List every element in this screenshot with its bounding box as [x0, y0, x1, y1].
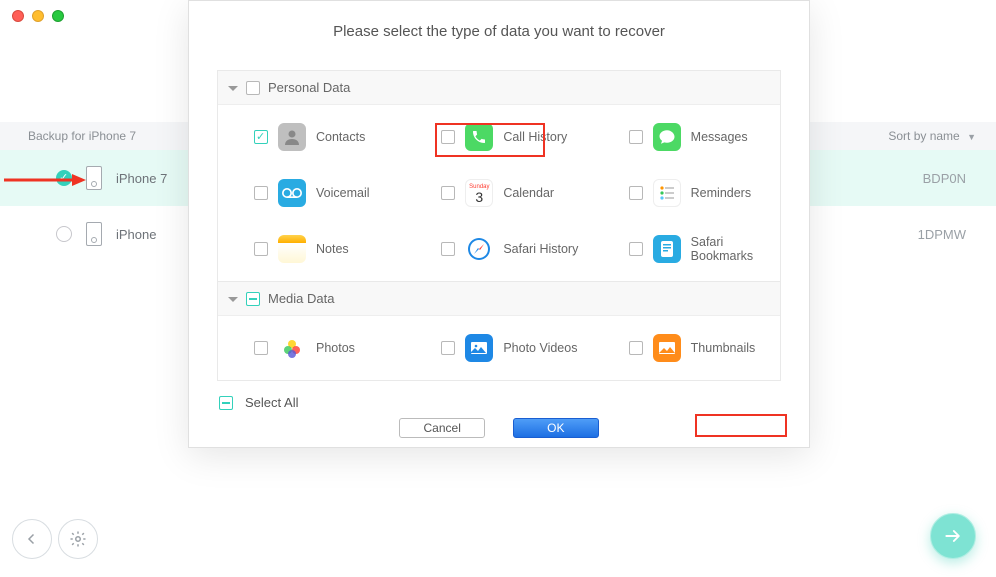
device-name: iPhone: [116, 227, 156, 242]
checkbox[interactable]: [254, 130, 268, 144]
personal-data-label: Personal Data: [268, 80, 350, 95]
checkbox[interactable]: [441, 186, 455, 200]
checkbox[interactable]: [254, 341, 268, 355]
item-label: Voicemail: [316, 186, 370, 200]
sort-by-dropdown[interactable]: Sort by name ▼: [888, 129, 976, 143]
next-button[interactable]: [930, 513, 976, 559]
safari-bookmarks-icon: [653, 235, 681, 263]
recover-type-modal: Please select the type of data you want …: [188, 0, 810, 448]
device-serial: BDP0N: [923, 171, 966, 186]
phone-icon: [86, 166, 102, 190]
item-messages[interactable]: Messages: [593, 109, 780, 165]
voicemail-icon: [278, 179, 306, 207]
item-label: Safari History: [503, 242, 578, 256]
chevron-down-icon: [228, 86, 238, 96]
window-controls: [12, 10, 64, 22]
back-button[interactable]: [12, 519, 52, 559]
item-label: Thumbnails: [691, 341, 756, 355]
item-label: Reminders: [691, 186, 751, 200]
checkbox[interactable]: [441, 130, 455, 144]
device-serial: 1DPMW: [918, 227, 966, 242]
item-safari-bookmarks[interactable]: Safari Bookmarks: [593, 221, 780, 277]
item-photo-videos[interactable]: Photo Videos: [405, 320, 592, 376]
cancel-button[interactable]: Cancel: [399, 418, 485, 438]
media-data-checkbox[interactable]: [246, 292, 260, 306]
select-all-checkbox[interactable]: [219, 396, 233, 410]
modal-buttons: Cancel OK: [217, 418, 781, 438]
photo-videos-icon: [465, 334, 493, 362]
thumbnails-icon: [653, 334, 681, 362]
minimize-window-icon[interactable]: [32, 10, 44, 22]
messages-icon: [653, 123, 681, 151]
item-label: Notes: [316, 242, 349, 256]
select-all-label: Select All: [245, 395, 298, 410]
item-label: Messages: [691, 130, 748, 144]
item-notes[interactable]: Notes: [218, 221, 405, 277]
checkbox[interactable]: [254, 242, 268, 256]
item-reminders[interactable]: Reminders: [593, 165, 780, 221]
settings-button[interactable]: [58, 519, 98, 559]
radio-unselected-icon[interactable]: [56, 226, 72, 242]
item-label: Photo Videos: [503, 341, 577, 355]
personal-data-checkbox[interactable]: [246, 81, 260, 95]
reminders-icon: [653, 179, 681, 207]
notes-icon: [278, 235, 306, 263]
calendar-icon: Sunday 3: [465, 179, 493, 207]
checkbox[interactable]: [629, 130, 643, 144]
item-label: Contacts: [316, 130, 365, 144]
personal-data-section: Personal Data Contacts Call History: [217, 70, 781, 282]
media-data-label: Media Data: [268, 291, 334, 306]
item-call-history[interactable]: Call History: [405, 109, 592, 165]
item-label: Calendar: [503, 186, 554, 200]
modal-title: Please select the type of data you want …: [217, 23, 781, 40]
media-data-section: Media Data Photos: [217, 282, 781, 381]
backup-title: Backup for iPhone 7: [28, 129, 136, 143]
contacts-icon: [278, 123, 306, 151]
chevron-down-icon: ▼: [967, 132, 976, 142]
phone-call-icon: [465, 123, 493, 151]
annotation-arrow-icon: [4, 174, 86, 186]
item-label: Safari Bookmarks: [691, 235, 770, 263]
chevron-down-icon: [228, 297, 238, 307]
item-voicemail[interactable]: Voicemail: [218, 165, 405, 221]
checkbox[interactable]: [441, 242, 455, 256]
phone-icon: [86, 222, 102, 246]
item-calendar[interactable]: Sunday 3 Calendar: [405, 165, 592, 221]
checkbox[interactable]: [254, 186, 268, 200]
zoom-window-icon[interactable]: [52, 10, 64, 22]
close-window-icon[interactable]: [12, 10, 24, 22]
select-all-row[interactable]: Select All: [219, 395, 781, 410]
item-label: Call History: [503, 130, 567, 144]
media-data-header[interactable]: Media Data: [218, 282, 780, 316]
item-label: Photos: [316, 341, 355, 355]
checkbox[interactable]: [629, 186, 643, 200]
checkbox[interactable]: [441, 341, 455, 355]
item-safari-history[interactable]: Safari History: [405, 221, 592, 277]
checkbox[interactable]: [629, 341, 643, 355]
item-contacts[interactable]: Contacts: [218, 109, 405, 165]
checkbox[interactable]: [629, 242, 643, 256]
item-photos[interactable]: Photos: [218, 320, 405, 376]
ok-button[interactable]: OK: [513, 418, 599, 438]
personal-data-header[interactable]: Personal Data: [218, 71, 780, 105]
item-thumbnails[interactable]: Thumbnails: [593, 320, 780, 376]
photos-icon: [278, 334, 306, 362]
safari-history-icon: [465, 235, 493, 263]
device-name: iPhone 7: [116, 171, 167, 186]
